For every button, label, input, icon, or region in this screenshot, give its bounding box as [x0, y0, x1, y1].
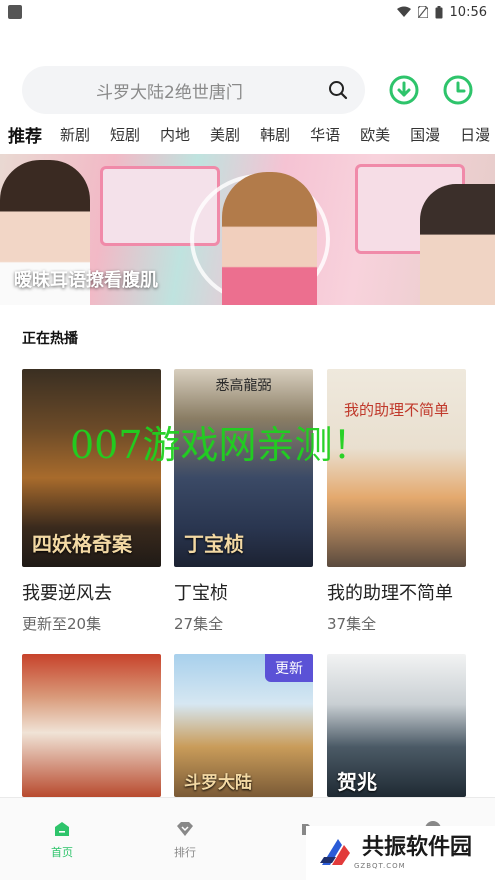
show-card[interactable]: 更新 斗罗大陆: [174, 654, 313, 797]
poster-title: 斗罗大陆: [184, 773, 252, 793]
battery-icon: [435, 5, 443, 18]
sim-icon: [417, 6, 428, 18]
search-icon[interactable]: [327, 79, 349, 101]
watermark-text: 007游戏网亲测！: [70, 423, 371, 467]
tab-recommend[interactable]: 推荐: [8, 122, 42, 147]
nav-ranking[interactable]: 排行: [155, 820, 215, 860]
tab-mainland[interactable]: 内地: [160, 124, 190, 145]
tab-us[interactable]: 美剧: [210, 124, 240, 145]
show-title[interactable]: 丁宝桢: [174, 579, 313, 605]
poster-caption: 悉高龍弼: [215, 378, 272, 394]
show-title[interactable]: 我的助理不简单: [327, 579, 466, 605]
show-poster[interactable]: [22, 654, 161, 797]
wifi-icon: [396, 6, 411, 17]
poster-title: 贺兆: [337, 770, 377, 794]
logo-icon: [320, 839, 350, 865]
show-card[interactable]: 悉高龍弼 丁宝桢 丁宝桢 27集全: [174, 369, 313, 634]
search-bar[interactable]: 斗罗大陆2绝世唐门: [22, 66, 365, 114]
notification-icon: [8, 5, 22, 19]
show-status: 27集全: [174, 615, 224, 633]
tab-japanese-anime[interactable]: 日漫: [460, 124, 490, 145]
download-icon[interactable]: [388, 74, 420, 106]
featured-banner[interactable]: 暧昧耳语撩看腹肌: [0, 154, 495, 305]
banner-image: [222, 172, 317, 305]
show-card[interactable]: [22, 654, 161, 797]
ranking-icon: [177, 822, 193, 836]
nav-label: 排行: [174, 846, 196, 859]
show-card[interactable]: 我的助理不简单 我的助理不简单 37集全: [327, 369, 466, 634]
update-badge: 更新: [265, 654, 313, 682]
show-status: 更新至20集: [22, 615, 102, 633]
search-placeholder: 斗罗大陆2绝世唐门: [96, 82, 243, 103]
banner-image: [420, 184, 495, 305]
home-icon: [55, 822, 69, 836]
section-title: 正在热播: [22, 331, 78, 347]
tab-chinese-anime[interactable]: 国漫: [410, 124, 440, 145]
banner-title: 暧昧耳语撩看腹肌: [14, 270, 158, 291]
show-poster[interactable]: 更新 斗罗大陆: [174, 654, 313, 797]
tab-new[interactable]: 新剧: [60, 124, 90, 145]
logo-text: 共振软件园: [362, 834, 473, 860]
site-watermark-logo: 共振软件园 GZBQT.COM: [306, 826, 495, 880]
poster-title: 丁宝桢: [184, 532, 244, 556]
show-poster[interactable]: 贺兆: [327, 654, 466, 797]
logo-subtext: GZBQT.COM: [354, 861, 406, 870]
status-time: 10:56: [449, 4, 487, 20]
nav-label: 首页: [51, 846, 73, 859]
tab-short[interactable]: 短剧: [110, 124, 140, 145]
show-card[interactable]: 四妖格奇案 我要逆风去 更新至20集: [22, 369, 161, 634]
nav-home[interactable]: 首页: [32, 820, 92, 860]
category-tabs: 推荐 新剧 短剧 内地 美剧 韩剧 华语 欧美 国漫 日漫: [0, 120, 495, 148]
status-bar: 10:56: [0, 0, 495, 24]
history-icon[interactable]: [442, 74, 474, 106]
tab-korean[interactable]: 韩剧: [260, 124, 290, 145]
tab-chinese[interactable]: 华语: [310, 124, 340, 145]
show-title[interactable]: 我要逆风去: [22, 579, 161, 605]
show-status: 37集全: [327, 615, 377, 633]
show-card[interactable]: 贺兆: [327, 654, 466, 797]
tab-western[interactable]: 欧美: [360, 124, 390, 145]
poster-title: 四妖格奇案: [32, 532, 132, 556]
